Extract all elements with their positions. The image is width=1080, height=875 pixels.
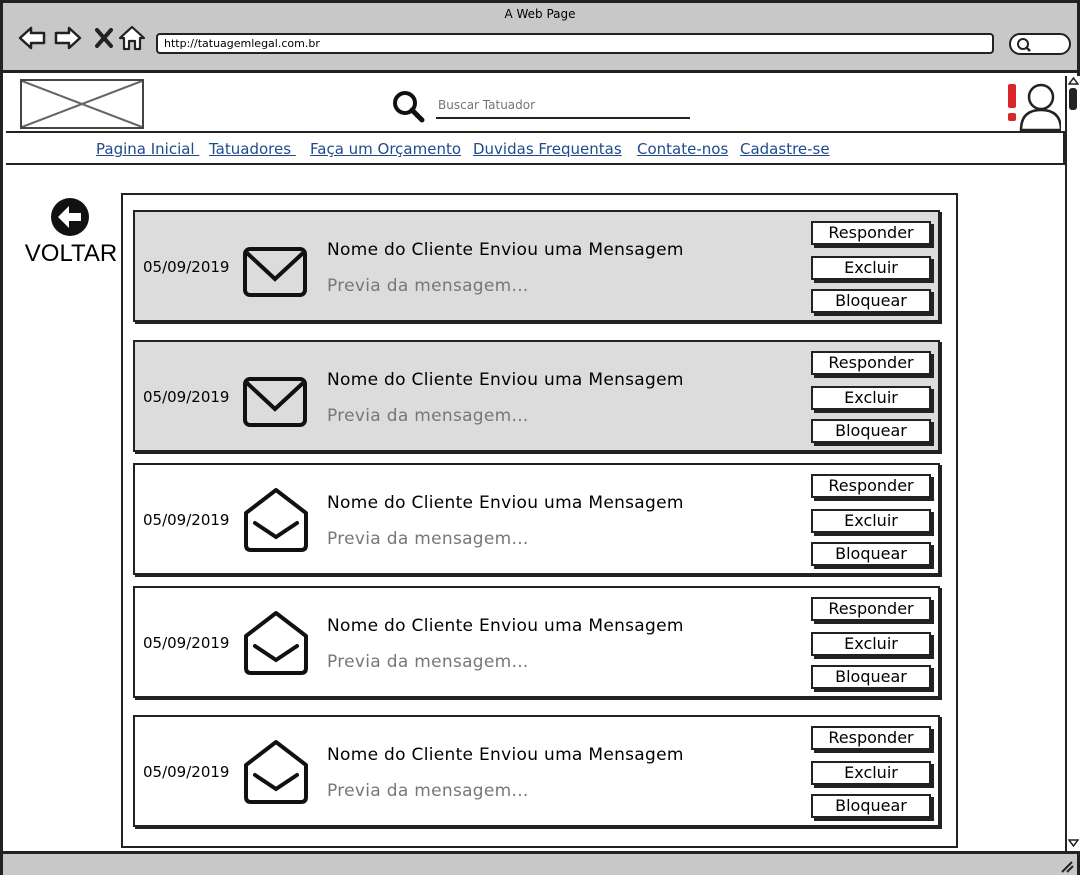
block-button[interactable]: Bloquear	[811, 794, 931, 818]
scroll-down-icon[interactable]	[1068, 838, 1079, 848]
home-icon[interactable]	[117, 23, 147, 53]
block-button[interactable]: Bloquear	[811, 419, 931, 443]
reply-button[interactable]: Responder	[811, 351, 931, 375]
vertical-scrollbar[interactable]	[1065, 76, 1080, 851]
window-title: A Web Page	[504, 7, 576, 21]
browser-search-field[interactable]	[1009, 33, 1071, 55]
nav-link-tatuadores[interactable]: Tatuadores	[209, 140, 296, 158]
delete-button[interactable]: Excluir	[811, 256, 931, 280]
arrow-left-circle-icon	[51, 198, 89, 236]
block-button[interactable]: Bloquear	[811, 665, 931, 689]
message-preview: Previa da mensagem...	[327, 652, 529, 672]
delete-button[interactable]: Excluir	[811, 761, 931, 785]
nav-link-orcamento[interactable]: Faça um Orçamento	[310, 140, 461, 158]
magnifier-icon	[1017, 38, 1031, 52]
message-item[interactable]: 05/09/2019 Nome do Cliente Enviou uma Me…	[133, 715, 940, 827]
url-bar[interactable]: http://tatuagemlegal.com.br	[156, 33, 994, 54]
reply-button[interactable]: Responder	[811, 474, 931, 498]
message-title: Nome do Cliente Enviou uma Mensagem	[327, 370, 684, 390]
scrollbar-thumb[interactable]	[1069, 88, 1077, 110]
message-preview: Previa da mensagem...	[327, 406, 529, 426]
back-label: VOLTAR	[24, 240, 118, 267]
envelope-open-icon	[244, 611, 308, 675]
message-date: 05/09/2019	[143, 511, 230, 529]
logo-placeholder	[20, 79, 144, 129]
message-title: Nome do Cliente Enviou uma Mensagem	[327, 240, 684, 260]
nav-link-contato[interactable]: Contate-nos	[637, 140, 728, 158]
message-date: 05/09/2019	[143, 634, 230, 652]
envelope-closed-icon	[243, 377, 307, 427]
envelope-open-icon	[244, 488, 308, 552]
back-arrow-icon[interactable]	[17, 23, 47, 53]
message-title: Nome do Cliente Enviou uma Mensagem	[327, 745, 684, 765]
nav-link-home[interactable]: Pagina Inicial	[96, 140, 199, 158]
block-button[interactable]: Bloquear	[811, 542, 931, 566]
messages-panel: 05/09/2019 Nome do Cliente Enviou uma Me…	[121, 193, 958, 848]
nav-link-duvidas[interactable]: Duvidas Frequentas	[473, 140, 622, 158]
search-input[interactable]	[436, 93, 690, 119]
message-item[interactable]: 05/09/2019 Nome do Cliente Enviou uma Me…	[133, 463, 940, 575]
nav-link-cadastro[interactable]: Cadastre-se	[740, 140, 830, 158]
message-date: 05/09/2019	[143, 763, 230, 781]
reply-button[interactable]: Responder	[811, 221, 931, 245]
message-date: 05/09/2019	[143, 258, 230, 276]
delete-button[interactable]: Excluir	[811, 509, 931, 533]
forward-arrow-icon[interactable]	[53, 23, 83, 53]
title-bar: A Web Page http://tatuagemlegal.com.br	[3, 3, 1077, 73]
browser-window: A Web Page http://tatuagemlegal.com.br B…	[0, 0, 1080, 875]
message-item[interactable]: 05/09/2019 Nome do Cliente Enviou uma Me…	[133, 210, 940, 322]
back-button[interactable]: VOLTAR	[19, 196, 123, 272]
site-header	[6, 76, 1065, 132]
resize-grip-icon[interactable]	[1059, 859, 1075, 873]
stop-x-icon[interactable]	[89, 23, 119, 53]
message-date: 05/09/2019	[143, 388, 230, 406]
message-preview: Previa da mensagem...	[327, 276, 529, 296]
message-preview: Previa da mensagem...	[327, 529, 529, 549]
delete-button[interactable]: Excluir	[811, 386, 931, 410]
search-icon[interactable]	[391, 89, 425, 123]
reply-button[interactable]: Responder	[811, 597, 931, 621]
envelope-closed-icon	[243, 247, 307, 297]
message-title: Nome do Cliente Enviou uma Mensagem	[327, 493, 684, 513]
status-bar	[3, 851, 1077, 875]
message-preview: Previa da mensagem...	[327, 781, 529, 801]
reply-button[interactable]: Responder	[811, 726, 931, 750]
message-item[interactable]: 05/09/2019 Nome do Cliente Enviou uma Me…	[133, 340, 940, 452]
message-title: Nome do Cliente Enviou uma Mensagem	[327, 616, 684, 636]
main-nav: Pagina Inicial Tatuadores Faça um Orçame…	[6, 131, 1065, 165]
message-item[interactable]: 05/09/2019 Nome do Cliente Enviou uma Me…	[133, 586, 940, 698]
scroll-up-icon[interactable]	[1068, 76, 1079, 86]
delete-button[interactable]: Excluir	[811, 632, 931, 656]
user-notification-icon[interactable]	[1005, 80, 1061, 132]
block-button[interactable]: Bloquear	[811, 289, 931, 313]
envelope-open-icon	[244, 740, 308, 804]
